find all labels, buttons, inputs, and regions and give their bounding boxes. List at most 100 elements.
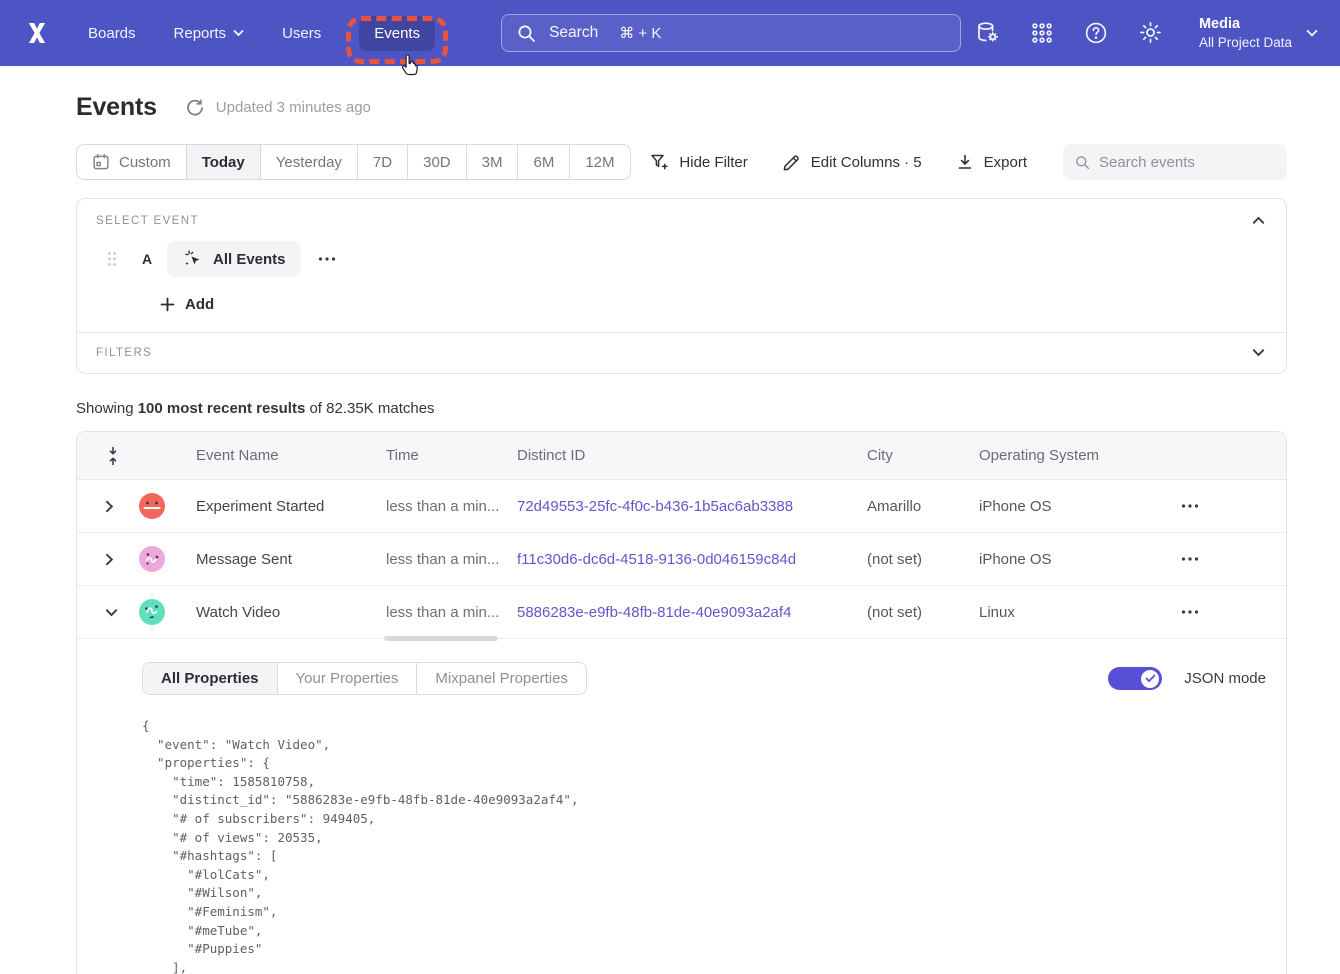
filters-section[interactable]: FILTERS	[77, 333, 1286, 373]
nav-item-events[interactable]: Events	[359, 16, 435, 51]
select-event-label: SELECT EVENT	[96, 215, 199, 227]
column-header-city[interactable]: City	[867, 447, 979, 464]
cell-time: less than a min...	[386, 604, 517, 621]
query-builder-card: SELECT EVENT A	[76, 198, 1287, 374]
export-button[interactable]: Export	[956, 153, 1027, 171]
cell-city: (not set)	[867, 604, 979, 621]
nav-item-events-wrap: Events	[359, 25, 435, 42]
cell-os: iPhone OS	[979, 551, 1177, 568]
ellipsis-icon	[318, 257, 336, 261]
nav-item-boards[interactable]: Boards	[88, 25, 136, 42]
search-icon	[1075, 154, 1090, 171]
nav-items: Boards Reports Users Events	[88, 25, 435, 42]
results-summary: Showing 100 most recent results of 82.35…	[76, 400, 1287, 417]
page-header: Events Updated 3 minutes ago	[76, 93, 1287, 122]
apps-grid-icon[interactable]	[1030, 21, 1054, 45]
search-icon	[517, 24, 536, 43]
project-switcher[interactable]: Media All Project Data	[1199, 15, 1318, 51]
nav-item-reports[interactable]: Reports	[174, 25, 245, 42]
project-scope: All Project Data	[1199, 34, 1292, 52]
column-header-distinct-id[interactable]: Distinct ID	[517, 447, 867, 464]
row-more-options-button[interactable]	[1177, 604, 1203, 620]
calendar-icon	[92, 153, 110, 171]
date-range-custom-label: Custom	[119, 154, 171, 171]
hide-filter-label: Hide Filter	[679, 154, 747, 171]
results-summary-suffix: of 82.35K matches	[305, 400, 434, 417]
event-selector-button[interactable]: All Events	[167, 241, 301, 277]
data-management-icon[interactable]	[975, 20, 1000, 45]
cell-time: less than a min...	[386, 551, 517, 568]
date-range-custom[interactable]: Custom	[77, 145, 186, 179]
expand-filters-button[interactable]	[1250, 346, 1267, 359]
nav-item-boards-label: Boards	[88, 25, 136, 42]
column-header-time[interactable]: Time	[386, 447, 517, 464]
add-event-label: Add	[185, 296, 214, 313]
hand-cursor-icon	[397, 54, 418, 78]
cell-city: Amarillo	[867, 498, 979, 515]
global-search-input[interactable]: Search ⌘ + K	[501, 14, 961, 52]
collapse-section-button[interactable]	[1250, 214, 1267, 227]
hide-filter-button[interactable]: Hide Filter	[649, 152, 747, 172]
edit-columns-button[interactable]: Edit Columns · 5	[782, 153, 922, 172]
mixpanel-logo-icon[interactable]	[22, 18, 52, 48]
event-avatar	[139, 546, 165, 572]
date-range-6m[interactable]: 6M	[517, 145, 569, 179]
tab-mixpanel-properties[interactable]: Mixpanel Properties	[416, 663, 586, 694]
table-header-row: Event Name Time Distinct ID City Operati…	[77, 432, 1286, 480]
cell-distinct-id-link[interactable]: 5886283e-e9fb-48fb-81de-40e9093a2af4	[517, 604, 867, 621]
column-header-event-name[interactable]: Event Name	[196, 447, 386, 464]
date-range-12m[interactable]: 12M	[569, 145, 629, 179]
sort-icon[interactable]	[77, 446, 139, 466]
date-range-yesterday[interactable]: Yesterday	[260, 145, 357, 179]
nav-item-reports-label: Reports	[174, 25, 227, 42]
event-step-letter: A	[142, 251, 154, 267]
chevron-up-icon	[1252, 216, 1265, 225]
date-range-3m[interactable]: 3M	[466, 145, 518, 179]
date-range-30d[interactable]: 30D	[407, 145, 466, 179]
search-events-input[interactable]	[1099, 154, 1275, 171]
expand-row-button[interactable]	[77, 553, 139, 566]
chevron-down-icon	[105, 608, 118, 617]
ellipsis-icon	[1181, 610, 1199, 614]
download-icon	[956, 153, 974, 171]
search-events-field	[1063, 144, 1287, 180]
controls-row: Custom Today Yesterday 7D 30D 3M 6M 12M …	[76, 144, 1287, 180]
cell-distinct-id-link[interactable]: f11c30d6-dc6d-4518-9136-0d046159c84d	[517, 551, 867, 568]
horizontal-scrollbar-thumb[interactable]	[384, 636, 498, 641]
json-mode-toggle[interactable]	[1108, 667, 1162, 690]
events-table: Event Name Time Distinct ID City Operati…	[76, 431, 1287, 974]
cell-event-name: Experiment Started	[196, 498, 386, 515]
tab-your-properties[interactable]: Your Properties	[277, 663, 417, 694]
table-row-expanded[interactable]: Watch Video less than a min... 5886283e-…	[77, 586, 1286, 639]
cell-os: Linux	[979, 604, 1177, 621]
collapse-row-button[interactable]	[77, 608, 139, 617]
event-query-row: A All Events	[107, 241, 1267, 277]
chevron-down-icon	[233, 29, 244, 37]
row-more-options-button[interactable]	[1177, 551, 1203, 567]
nav-item-users[interactable]: Users	[282, 25, 321, 42]
row-more-options-button[interactable]	[1177, 498, 1203, 514]
column-header-os[interactable]: Operating System	[979, 447, 1177, 464]
json-mode-control: JSON mode	[1108, 667, 1266, 690]
event-selector-label: All Events	[213, 251, 286, 268]
settings-gear-icon[interactable]	[1138, 20, 1163, 45]
cell-event-name: Message Sent	[196, 551, 386, 568]
help-icon[interactable]	[1084, 21, 1108, 45]
cell-distinct-id-link[interactable]: 72d49553-25fc-4f0c-b436-1b5ac6ab3388	[517, 498, 867, 515]
expand-row-button[interactable]	[77, 500, 139, 513]
filter-icon	[649, 152, 669, 172]
add-event-button[interactable]: Add	[160, 296, 1267, 313]
refresh-icon[interactable]	[186, 99, 204, 117]
drag-handle-icon[interactable]	[107, 251, 117, 267]
event-more-options-button[interactable]	[316, 253, 338, 265]
filters-label: FILTERS	[96, 347, 152, 359]
date-range-7d[interactable]: 7D	[357, 145, 407, 179]
table-row[interactable]: Experiment Started less than a min... 72…	[77, 480, 1286, 533]
chevron-down-icon	[1306, 29, 1318, 37]
pencil-icon	[782, 153, 801, 172]
tab-all-properties[interactable]: All Properties	[143, 663, 277, 694]
ellipsis-icon	[1181, 504, 1199, 508]
date-range-today[interactable]: Today	[186, 145, 260, 179]
table-row[interactable]: Message Sent less than a min... f11c30d6…	[77, 533, 1286, 586]
page-title: Events	[76, 93, 157, 122]
